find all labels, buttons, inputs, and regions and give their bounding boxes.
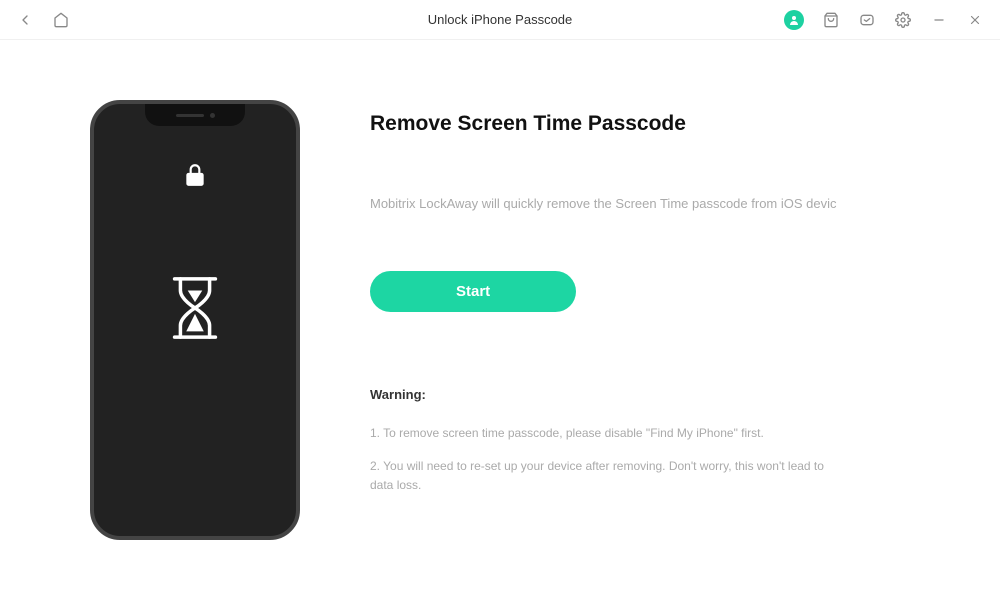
warning-heading: Warning: bbox=[370, 387, 950, 402]
message-icon bbox=[859, 12, 875, 28]
phone-notch bbox=[145, 104, 245, 126]
account-button[interactable] bbox=[784, 10, 804, 30]
settings-button[interactable] bbox=[894, 11, 912, 29]
window-title: Unlock iPhone Passcode bbox=[428, 12, 573, 27]
lock-icon bbox=[182, 162, 208, 193]
home-button[interactable] bbox=[52, 11, 70, 29]
hourglass-icon bbox=[160, 273, 230, 348]
gear-icon bbox=[895, 12, 911, 28]
close-icon bbox=[968, 13, 982, 27]
close-button[interactable] bbox=[966, 11, 984, 29]
start-button[interactable]: Start bbox=[370, 271, 576, 312]
warning-item: 1. To remove screen time passcode, pleas… bbox=[370, 424, 850, 443]
cart-icon bbox=[823, 12, 839, 28]
main-panel: Remove Screen Time Passcode Mobitrix Loc… bbox=[370, 100, 950, 540]
phone-illustration bbox=[90, 100, 300, 540]
warning-item: 2. You will need to re-set up your devic… bbox=[370, 457, 850, 495]
back-button[interactable] bbox=[16, 11, 34, 29]
titlebar-right bbox=[784, 10, 984, 30]
titlebar: Unlock iPhone Passcode bbox=[0, 0, 1000, 40]
cart-button[interactable] bbox=[822, 11, 840, 29]
feedback-button[interactable] bbox=[858, 11, 876, 29]
content-area: Remove Screen Time Passcode Mobitrix Loc… bbox=[0, 40, 1000, 580]
notch-camera bbox=[210, 113, 215, 118]
home-icon bbox=[53, 12, 69, 28]
minimize-button[interactable] bbox=[930, 11, 948, 29]
page-heading: Remove Screen Time Passcode bbox=[370, 112, 950, 136]
minimize-icon bbox=[932, 13, 946, 27]
page-description: Mobitrix LockAway will quickly remove th… bbox=[370, 196, 950, 211]
arrow-left-icon bbox=[17, 12, 33, 28]
titlebar-left bbox=[16, 11, 70, 29]
user-icon bbox=[788, 14, 800, 26]
notch-speaker bbox=[176, 114, 204, 117]
